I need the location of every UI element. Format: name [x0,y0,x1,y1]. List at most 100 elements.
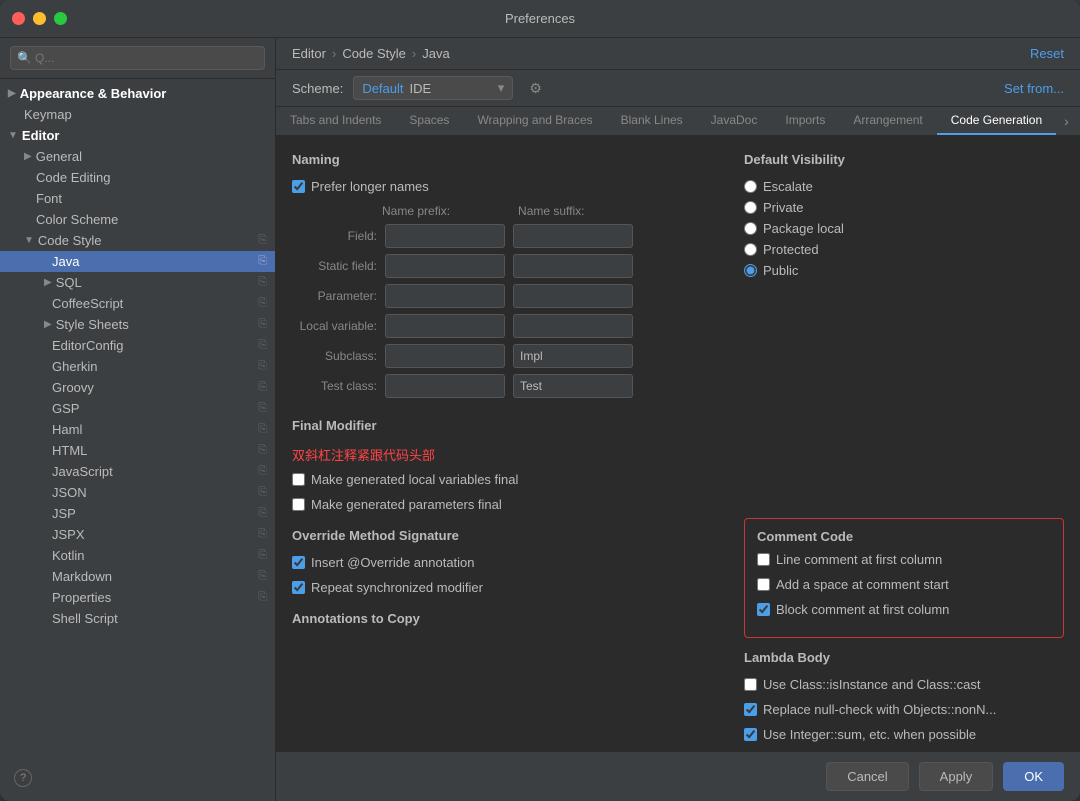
sidebar-item-jsp[interactable]: JSP ⎘ [0,503,275,524]
sidebar-item-code-style[interactable]: ▼ Code Style ⎘ [0,230,275,251]
sidebar-item-properties[interactable]: Properties ⎘ [0,587,275,608]
local-variable-prefix-input[interactable] [385,314,505,338]
use-integer-sum-checkbox[interactable] [744,728,757,741]
scheme-dropdown[interactable]: Default IDE ▾ [353,76,513,100]
sidebar-item-editor[interactable]: ▼ Editor [0,125,275,146]
public-radio[interactable] [744,264,757,277]
make-local-final-row: Make generated local variables final [292,472,724,487]
line-comment-first-col-checkbox[interactable] [757,553,770,566]
sidebar-item-code-editing[interactable]: Code Editing [0,167,275,188]
private-label: Private [763,200,803,215]
maximize-button[interactable] [54,12,67,25]
local-variable-suffix-input[interactable] [513,314,633,338]
test-class-prefix-input[interactable] [385,374,505,398]
sidebar-item-gsp[interactable]: GSP ⎘ [0,398,275,419]
add-space-comment-checkbox[interactable] [757,578,770,591]
field-prefix-input[interactable] [385,224,505,248]
tab-more-icon[interactable]: › [1056,107,1077,135]
sidebar-item-appearance[interactable]: ▶ Appearance & Behavior [0,83,275,104]
sidebar-item-markdown[interactable]: Markdown ⎘ [0,566,275,587]
sidebar-item-style-sheets[interactable]: ▶ Style Sheets ⎘ [0,314,275,335]
tab-blank-lines[interactable]: Blank Lines [607,107,697,135]
sidebar-item-keymap[interactable]: Keymap [0,104,275,125]
escalate-label: Escalate [763,179,813,194]
apply-button[interactable]: Apply [919,762,994,791]
prefer-longer-names-row: Prefer longer names [292,179,724,194]
name-prefix-header: Name prefix: [382,204,450,218]
block-comment-first-col-checkbox[interactable] [757,603,770,616]
field-suffix-input[interactable] [513,224,633,248]
tab-wrapping-braces[interactable]: Wrapping and Braces [463,107,606,135]
sidebar-item-haml[interactable]: Haml ⎘ [0,419,275,440]
make-local-final-checkbox[interactable] [292,473,305,486]
sidebar-item-editorconfig[interactable]: EditorConfig ⎘ [0,335,275,356]
subclass-suffix-input[interactable] [513,344,633,368]
repeat-synchronized-checkbox[interactable] [292,581,305,594]
scheme-default-text: Default [362,81,403,96]
copy-icon: ⎘ [258,339,267,352]
sidebar-item-font[interactable]: Font [0,188,275,209]
copy-icon: ⎘ [258,234,267,247]
copy-icon: ⎘ [258,297,267,310]
test-class-suffix-input[interactable] [513,374,633,398]
package-local-radio[interactable] [744,222,757,235]
copy-icon: ⎘ [258,528,267,541]
static-field-label: Static field: [292,259,377,273]
protected-radio[interactable] [744,243,757,256]
parameter-label: Parameter: [292,289,377,303]
sidebar-item-coffeescript[interactable]: CoffeeScript ⎘ [0,293,275,314]
close-button[interactable] [12,12,25,25]
tab-arrangement[interactable]: Arrangement [839,107,936,135]
ok-button[interactable]: OK [1003,762,1064,791]
static-field-suffix-input[interactable] [513,254,633,278]
use-class-instance-checkbox[interactable] [744,678,757,691]
reset-button[interactable]: Reset [1030,46,1064,61]
static-field-prefix-input[interactable] [385,254,505,278]
parameter-suffix-input[interactable] [513,284,633,308]
sidebar-item-groovy[interactable]: Groovy ⎘ [0,377,275,398]
sidebar-item-javascript[interactable]: JavaScript ⎘ [0,461,275,482]
sidebar-item-shell-script[interactable]: Shell Script [0,608,275,629]
final-modifier-section: Final Modifier 双斜杠注释紧跟代码头部 Make generate… [292,418,724,512]
sidebar-item-jspx[interactable]: JSPX ⎘ [0,524,275,545]
use-class-instance-label: Use Class::isInstance and Class::cast [763,677,980,692]
sidebar-item-sql[interactable]: ▶ SQL ⎘ [0,272,275,293]
sidebar-item-json[interactable]: JSON ⎘ [0,482,275,503]
annotation-text: 双斜杠注释紧跟代码头部 [292,445,724,464]
repeat-synchronized-row: Repeat synchronized modifier [292,580,724,595]
minimize-button[interactable] [33,12,46,25]
set-from-link[interactable]: Set from... [1004,81,1064,96]
replace-null-check-checkbox[interactable] [744,703,757,716]
tab-code-generation[interactable]: Code Generation [937,107,1056,135]
sidebar-item-color-scheme[interactable]: Color Scheme [0,209,275,230]
sidebar-item-general[interactable]: ▶ General [0,146,275,167]
copy-icon: ⎘ [258,591,267,604]
tab-spaces[interactable]: Spaces [395,107,463,135]
insert-override-checkbox[interactable] [292,556,305,569]
parameter-prefix-input[interactable] [385,284,505,308]
make-params-final-checkbox[interactable] [292,498,305,511]
final-modifier-title: Final Modifier [292,418,724,433]
bottom-bar: Cancel Apply OK [276,751,1080,801]
repeat-synchronized-label: Repeat synchronized modifier [311,580,483,595]
help-button[interactable]: ? [14,769,32,787]
search-input[interactable] [10,46,265,70]
subclass-prefix-input[interactable] [385,344,505,368]
prefer-longer-names-checkbox[interactable] [292,180,305,193]
annotations-to-copy-title: Annotations to Copy [292,611,724,626]
block-comment-first-col-label: Block comment at first column [776,602,949,617]
sidebar-item-gherkin[interactable]: Gherkin ⎘ [0,356,275,377]
comment-code-section: Comment Code Line comment at first colum… [744,518,1064,638]
sidebar-item-kotlin[interactable]: Kotlin ⎘ [0,545,275,566]
tab-tabs-indents[interactable]: Tabs and Indents [276,107,395,135]
tab-javadoc[interactable]: JavaDoc [697,107,772,135]
sidebar-item-html[interactable]: HTML ⎘ [0,440,275,461]
comment-code-spacer: Comment Code Line comment at first colum… [744,518,1064,638]
cancel-button[interactable]: Cancel [826,762,908,791]
tab-imports[interactable]: Imports [771,107,839,135]
private-radio[interactable] [744,201,757,214]
sidebar-item-java[interactable]: Java ⎘ [0,251,275,272]
gear-button[interactable]: ⚙ [523,78,548,99]
copy-icon: ⎘ [258,381,267,394]
escalate-radio[interactable] [744,180,757,193]
